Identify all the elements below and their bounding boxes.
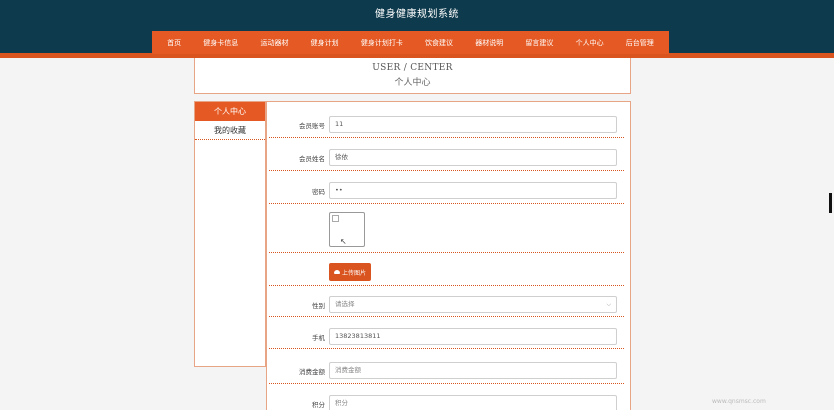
sidebar-item-user-center[interactable]: 个人中心 bbox=[195, 102, 265, 121]
form-row-consumption: 消费金额 消费金额 bbox=[269, 356, 624, 384]
consumption-input[interactable]: 消费金额 bbox=[329, 362, 617, 379]
profile-form: 会员账号 11 会员姓名 徐依 密码 •• ↖ 上传图片 性别 请选择 ⌵ 手机… bbox=[266, 101, 631, 410]
password-input[interactable]: •• bbox=[329, 182, 617, 199]
mouse-pointer-icon: ↖ bbox=[340, 237, 347, 246]
page-header: USER / CENTER 个人中心 bbox=[194, 58, 631, 94]
sidebar: 个人中心 我的收藏 bbox=[194, 101, 266, 367]
avatar-image-preview[interactable]: ↖ bbox=[329, 212, 365, 247]
account-input[interactable]: 11 bbox=[329, 116, 617, 133]
page-title-en: USER / CENTER bbox=[372, 63, 453, 73]
form-row-avatar: ↖ bbox=[269, 210, 624, 253]
chevron-down-icon: ⌵ bbox=[606, 301, 611, 308]
points-input[interactable]: 积分 bbox=[329, 395, 617, 410]
nav-item-admin[interactable]: 后台管理 bbox=[626, 38, 654, 48]
form-row-gender: 性别 请选择 ⌵ bbox=[269, 292, 624, 317]
watermark: www.qnsmsc.com bbox=[712, 398, 766, 405]
nav-item-user-center[interactable]: 个人中心 bbox=[576, 38, 604, 48]
form-row-name: 会员姓名 徐依 bbox=[269, 146, 624, 171]
form-row-phone: 手机 13823813811 bbox=[269, 324, 624, 349]
consumption-label: 消费金额 bbox=[299, 368, 325, 376]
name-label: 会员姓名 bbox=[299, 155, 325, 163]
main-nav: 首页 健身卡信息 运动器材 健身计划 健身计划打卡 饮食建议 器材说明 留言建议… bbox=[152, 31, 669, 54]
gender-label: 性别 bbox=[312, 302, 325, 310]
upload-image-button[interactable]: 上传图片 bbox=[329, 263, 371, 281]
nav-item-diet[interactable]: 饮食建议 bbox=[425, 38, 453, 48]
scrollbar-thumb[interactable] bbox=[829, 193, 832, 213]
broken-image-icon bbox=[332, 215, 339, 222]
site-title: 健身健康规划系统 bbox=[375, 9, 459, 20]
password-label: 密码 bbox=[312, 188, 325, 196]
name-input[interactable]: 徐依 bbox=[329, 149, 617, 166]
phone-label: 手机 bbox=[312, 334, 325, 342]
nav-item-card-info[interactable]: 健身卡信息 bbox=[203, 38, 238, 48]
page-title: 个人中心 bbox=[394, 78, 431, 88]
nav-item-home[interactable]: 首页 bbox=[167, 38, 181, 48]
nav-item-plan[interactable]: 健身计划 bbox=[311, 38, 339, 48]
cloud-upload-icon bbox=[333, 270, 340, 274]
form-row-points: 积分 积分 bbox=[269, 389, 624, 410]
gender-select-value: 请选择 bbox=[335, 300, 355, 308]
gender-select[interactable]: 请选择 ⌵ bbox=[329, 296, 617, 313]
form-row-password: 密码 •• bbox=[269, 179, 624, 204]
account-label: 会员账号 bbox=[299, 122, 325, 130]
nav-item-feedback[interactable]: 留言建议 bbox=[525, 38, 553, 48]
nav-item-equipment[interactable]: 运动器材 bbox=[260, 38, 288, 48]
points-label: 积分 bbox=[312, 401, 325, 409]
sidebar-item-favorites[interactable]: 我的收藏 bbox=[195, 121, 265, 140]
phone-input[interactable]: 13823813811 bbox=[329, 328, 617, 345]
nav-item-plan-checkin[interactable]: 健身计划打卡 bbox=[361, 38, 403, 48]
nav-item-equipment-guide[interactable]: 器材说明 bbox=[475, 38, 503, 48]
form-row-account: 会员账号 11 bbox=[269, 113, 624, 138]
form-row-upload: 上传图片 bbox=[269, 258, 624, 286]
upload-button-label: 上传图片 bbox=[341, 269, 366, 277]
